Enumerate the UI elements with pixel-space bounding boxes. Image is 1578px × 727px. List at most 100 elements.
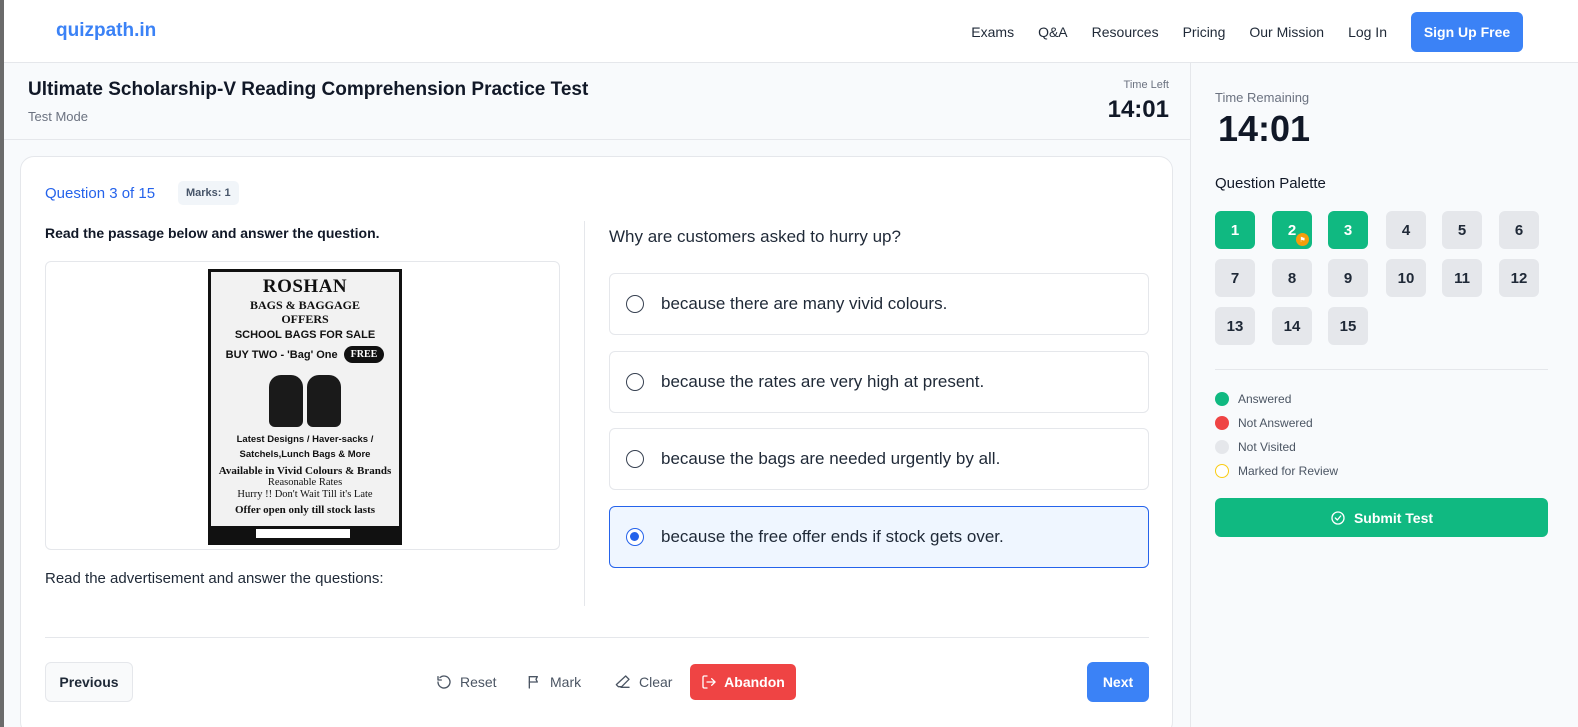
palette-question-label: 2 xyxy=(1287,221,1297,239)
sidebar: Time Remaining 14:01 Question Palette 1 … xyxy=(1190,63,1578,727)
option-label: because the free offer ends if stock get… xyxy=(661,527,1004,546)
column-divider xyxy=(584,221,585,606)
radio-button[interactable] xyxy=(626,373,644,391)
ad-line: BUY TWO - 'Bag' One xyxy=(225,348,338,361)
palette-question-2[interactable]: 2 ⚑ xyxy=(1272,211,1312,249)
nav-link-pricing[interactable]: Pricing xyxy=(1183,24,1226,40)
time-left-value: 14:01 xyxy=(1107,96,1169,123)
passage-caption: Read the advertisement and answer the qu… xyxy=(45,570,384,587)
reset-label: Reset xyxy=(460,674,497,690)
status-legend: Answered Not Answered Not Visited Marked… xyxy=(1215,387,1338,483)
legend-answered: Answered xyxy=(1215,387,1338,411)
ad-line: Available in Vivid Colours & Brands xyxy=(218,465,392,477)
nav-link-exams[interactable]: Exams xyxy=(971,24,1014,40)
ad-line: Hurry !! Don't Wait Till it's Late xyxy=(237,489,373,500)
radio-button[interactable] xyxy=(626,295,644,313)
legend-marked-for-review: Marked for Review xyxy=(1215,459,1338,483)
passage-image-frame: ROSHAN BAGS & BAGGAGE OFFERS SCHOOL BAGS… xyxy=(45,261,560,550)
mark-button[interactable]: Mark xyxy=(526,662,581,702)
nav-link-resources[interactable]: Resources xyxy=(1092,24,1159,40)
ad-line: Latest Designs / Haver-sacks / xyxy=(236,434,374,445)
palette-question-7[interactable]: 7 xyxy=(1215,259,1255,297)
palette-question-6[interactable]: 6 xyxy=(1499,211,1539,249)
ad-line: ROSHAN xyxy=(262,276,348,297)
top-navbar: quizpath.in Exams Q&A Resources Pricing … xyxy=(4,0,1578,63)
next-button[interactable]: Next xyxy=(1087,662,1149,702)
not-answered-dot-icon xyxy=(1215,416,1229,430)
footer-divider xyxy=(45,637,1149,638)
previous-button[interactable]: Previous xyxy=(45,662,133,702)
abandon-button[interactable]: Abandon xyxy=(690,664,796,700)
mark-label: Mark xyxy=(550,674,582,690)
ad-line: SCHOOL BAGS FOR SALE xyxy=(234,329,376,341)
ad-line: Satchels,Lunch Bags & More xyxy=(239,449,371,460)
palette-question-14[interactable]: 14 xyxy=(1272,307,1312,345)
palette-question-3[interactable]: 3 xyxy=(1328,211,1368,249)
question-number: Question 3 of 15 xyxy=(45,185,156,202)
answer-option-4[interactable]: because the free offer ends if stock get… xyxy=(609,506,1149,568)
nav-link-qa[interactable]: Q&A xyxy=(1038,24,1068,40)
advertisement-image: ROSHAN BAGS & BAGGAGE OFFERS SCHOOL BAGS… xyxy=(208,269,402,545)
time-remaining-value: 14:01 xyxy=(1218,108,1311,149)
palette-question-15[interactable]: 15 xyxy=(1328,307,1368,345)
eraser-icon xyxy=(615,675,630,688)
option-label: because there are many vivid colours. xyxy=(661,294,948,313)
legend-label: Marked for Review xyxy=(1238,464,1339,478)
legend-label: Answered xyxy=(1238,392,1292,406)
submit-label: Submit Test xyxy=(1353,509,1434,526)
ad-line: OFFERS xyxy=(281,312,329,326)
flag-icon: ⚑ xyxy=(1296,233,1309,246)
flag-icon xyxy=(528,676,538,689)
ad-free-badge: FREE xyxy=(343,346,385,363)
nav-links: Exams Q&A Resources Pricing Our Mission … xyxy=(971,0,1578,63)
option-label: because the bags are needed urgently by … xyxy=(661,449,1001,468)
review-dot-icon xyxy=(1215,464,1229,478)
legend-not-visited: Not Visited xyxy=(1215,435,1338,459)
palette-question-5[interactable]: 5 xyxy=(1442,211,1482,249)
reset-button[interactable]: Reset xyxy=(436,662,497,702)
nav-link-our-mission[interactable]: Our Mission xyxy=(1249,24,1324,40)
palette-question-9[interactable]: 9 xyxy=(1328,259,1368,297)
brand-logo[interactable]: quizpath.in xyxy=(56,20,156,42)
test-header: Ultimate Scholarship-V Reading Comprehen… xyxy=(4,63,1190,140)
answer-option-2[interactable]: because the rates are very high at prese… xyxy=(609,351,1149,413)
exit-icon xyxy=(702,675,716,689)
legend-label: Not Answered xyxy=(1238,416,1313,430)
nav-link-login[interactable]: Log In xyxy=(1348,24,1387,40)
palette-question-8[interactable]: 8 xyxy=(1272,259,1312,297)
option-label: because the rates are very high at prese… xyxy=(661,372,985,391)
answer-option-1[interactable]: because there are many vivid colours. xyxy=(609,273,1149,335)
radio-button-selected[interactable] xyxy=(626,528,644,546)
abandon-label: Abandon xyxy=(724,674,785,690)
time-left-label: Time Left xyxy=(1123,79,1169,91)
test-mode-label: Test Mode xyxy=(28,109,88,124)
check-circle-icon xyxy=(1331,510,1345,525)
reset-icon xyxy=(437,675,451,689)
answer-option-3[interactable]: because the bags are needed urgently by … xyxy=(609,428,1149,490)
radio-button[interactable] xyxy=(626,450,644,468)
not-visited-dot-icon xyxy=(1215,440,1229,454)
submit-test-button[interactable]: Submit Test xyxy=(1215,498,1548,537)
palette-question-13[interactable]: 13 xyxy=(1215,307,1255,345)
legend-not-answered: Not Answered xyxy=(1215,411,1338,435)
question-card: Question 3 of 15 Marks: 1 Read the passa… xyxy=(20,156,1173,727)
ad-line: Offer open only till stock lasts xyxy=(234,504,376,516)
question-palette-title: Question Palette xyxy=(1215,175,1326,192)
sidebar-divider xyxy=(1215,369,1548,370)
time-remaining-label: Time Remaining xyxy=(1215,90,1310,105)
ad-bottom-bar xyxy=(211,526,399,542)
signup-button[interactable]: Sign Up Free xyxy=(1411,11,1523,52)
clear-button[interactable]: Clear xyxy=(615,662,672,702)
ad-line: BAGS & BAGGAGE xyxy=(249,298,360,312)
marks-badge: Marks: 1 xyxy=(178,181,239,205)
palette-question-4[interactable]: 4 xyxy=(1386,211,1426,249)
answered-dot-icon xyxy=(1215,392,1229,406)
question-text: Why are customers asked to hurry up? xyxy=(609,227,901,246)
palette-question-12[interactable]: 12 xyxy=(1499,259,1539,297)
backpack-icon xyxy=(211,369,399,431)
palette-question-1[interactable]: 1 xyxy=(1215,211,1255,249)
page-title: Ultimate Scholarship-V Reading Comprehen… xyxy=(28,79,589,100)
legend-label: Not Visited xyxy=(1238,440,1296,454)
palette-question-11[interactable]: 11 xyxy=(1442,259,1482,297)
palette-question-10[interactable]: 10 xyxy=(1386,259,1426,297)
